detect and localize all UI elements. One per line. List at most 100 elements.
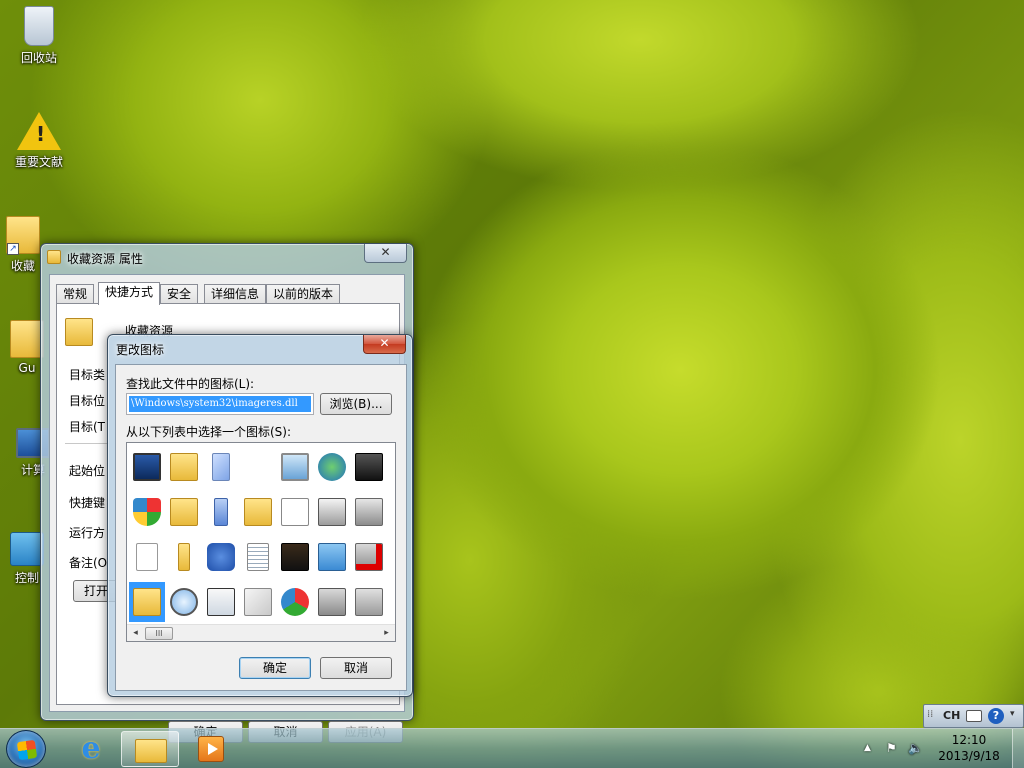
shortcut-arrow-icon: ↗ [7, 243, 19, 255]
desktop-icon-label: 回收站 [20, 51, 57, 65]
window-folder-icon [47, 250, 61, 264]
scroll-right-arrow-icon[interactable]: ▸ [378, 625, 395, 641]
start-orb-icon[interactable] [6, 730, 46, 768]
icon-option[interactable] [240, 582, 276, 622]
close-button[interactable]: ✕ [364, 244, 407, 263]
clock[interactable]: 12:10 2013/9/18 [934, 732, 1004, 764]
icon-option[interactable] [277, 537, 313, 577]
warning-icon: ! [17, 112, 61, 150]
tab-previous-versions[interactable]: 以前的版本 [266, 284, 341, 304]
icon-option[interactable] [203, 582, 239, 622]
recycle-bin-icon [24, 6, 54, 46]
blank-icon [244, 453, 272, 481]
icon-option[interactable] [388, 582, 395, 622]
browse-button[interactable]: 浏览(B)... [320, 393, 392, 415]
folder-shortcut-icon: ↗ [6, 216, 40, 255]
cancel-button[interactable]: 取消 [320, 657, 392, 679]
language-bar[interactable]: ⁞⁞ CH ? ▾ [923, 704, 1024, 728]
change-icon-dialog[interactable]: 更改图标 ✕ 查找此文件中的图标(L): \Windows\system32\i… [107, 334, 413, 697]
options-chevron-icon[interactable]: ▾ [1010, 709, 1015, 719]
scroll-thumb[interactable]: III [145, 627, 173, 640]
close-button[interactable]: ✕ [363, 335, 406, 354]
change-icon-client: 查找此文件中的图标(L): \Windows\system32\imageres… [115, 364, 407, 691]
icon-option[interactable] [203, 447, 239, 487]
icon-option[interactable] [129, 447, 165, 487]
envelope-icon [244, 588, 272, 616]
tab-shortcut[interactable]: 快捷方式 [98, 282, 161, 305]
icon-option[interactable] [388, 447, 395, 487]
icon-option[interactable] [203, 492, 239, 532]
file-explorer-icon [135, 739, 167, 763]
action-center-flag-icon[interactable]: ⚑ [886, 741, 897, 755]
icon-option[interactable] [129, 582, 165, 622]
icon-option[interactable] [240, 537, 276, 577]
select-icon-label: 从以下列表中选择一个图标(S): [126, 425, 292, 439]
input-language[interactable]: CH [943, 709, 960, 722]
folder-icon [170, 498, 198, 526]
icon-option[interactable] [314, 582, 350, 622]
icon-option[interactable] [277, 447, 313, 487]
show-desktop-button[interactable] [1012, 729, 1024, 768]
keyboard-icon[interactable] [966, 710, 982, 722]
icon-option[interactable] [129, 537, 165, 577]
taskbar-ie-button[interactable]: e [60, 731, 118, 767]
divider [65, 443, 109, 444]
taskbar-media-button[interactable] [182, 731, 240, 767]
folder-blue-icon [214, 498, 228, 526]
film-icon [281, 543, 309, 571]
icon-option[interactable] [351, 492, 387, 532]
icon-option[interactable] [277, 582, 313, 622]
icon-option[interactable] [351, 537, 387, 577]
control-panel-icon [10, 532, 44, 566]
icon-option[interactable] [129, 492, 165, 532]
tab-details[interactable]: 详细信息 [204, 284, 267, 304]
taskbar-explorer-button[interactable] [121, 731, 179, 767]
scroll-left-arrow-icon[interactable]: ◂ [127, 625, 144, 641]
window-panel-icon [207, 588, 235, 616]
icon-option[interactable] [314, 537, 350, 577]
icon-option[interactable] [240, 447, 276, 487]
icon-option[interactable] [388, 492, 395, 532]
icon-option[interactable] [351, 447, 387, 487]
icon-option[interactable] [277, 492, 313, 532]
document-blue-icon [212, 453, 230, 481]
document-music-icon [281, 498, 309, 526]
horizontal-scrollbar[interactable]: ◂ III ▸ [127, 624, 395, 641]
desktop-icon-important-docs[interactable]: ! 重要文献 [4, 112, 74, 170]
show-hidden-icons-chevron-icon[interactable]: ▲ [864, 743, 871, 753]
comment-label: 备注(O [69, 556, 108, 570]
target-label: 目标(T [69, 420, 106, 434]
target-type-label: 目标类 [69, 368, 106, 382]
help-icon[interactable]: ? [988, 708, 1004, 724]
desktop-icon-label: Gu [18, 361, 36, 375]
tab-general[interactable]: 常规 [56, 284, 95, 304]
folder-search-icon [244, 498, 272, 526]
ok-button[interactable]: 确定 [239, 657, 311, 679]
icon-option[interactable] [314, 492, 350, 532]
icon-option[interactable] [240, 492, 276, 532]
desktop-icon-label: 控制 [14, 571, 39, 585]
icon-option[interactable] [388, 537, 395, 577]
blank-page-icon [136, 543, 158, 571]
icon-option[interactable] [166, 537, 202, 577]
icon-option[interactable] [314, 447, 350, 487]
text-page-icon [247, 543, 269, 571]
grip-handle[interactable]: ⁞⁞ [927, 709, 933, 720]
icon-option[interactable] [166, 447, 202, 487]
icon-option[interactable] [351, 582, 387, 622]
folder-icon [10, 320, 44, 358]
tab-security[interactable]: 安全 [160, 284, 199, 304]
media-center-icon [198, 736, 224, 762]
dialog-title: 更改图标 [116, 343, 165, 357]
icon-option[interactable] [203, 537, 239, 577]
desktop-icon-label: 重要文献 [14, 155, 63, 169]
icon-option[interactable] [166, 492, 202, 532]
control-icon [318, 543, 346, 571]
icon-option[interactable] [166, 582, 202, 622]
drive-gray-icon [355, 588, 383, 616]
desktop-icon-recycle-bin[interactable]: 回收站 [4, 6, 74, 66]
volume-icon[interactable]: 🔈 [908, 741, 923, 755]
icon-list[interactable]: ◂ III ▸ [126, 442, 396, 642]
icon-file-path-input[interactable]: \Windows\system32\imageres.dll [126, 393, 314, 415]
desktop-icon-label: 收藏 [10, 259, 35, 273]
